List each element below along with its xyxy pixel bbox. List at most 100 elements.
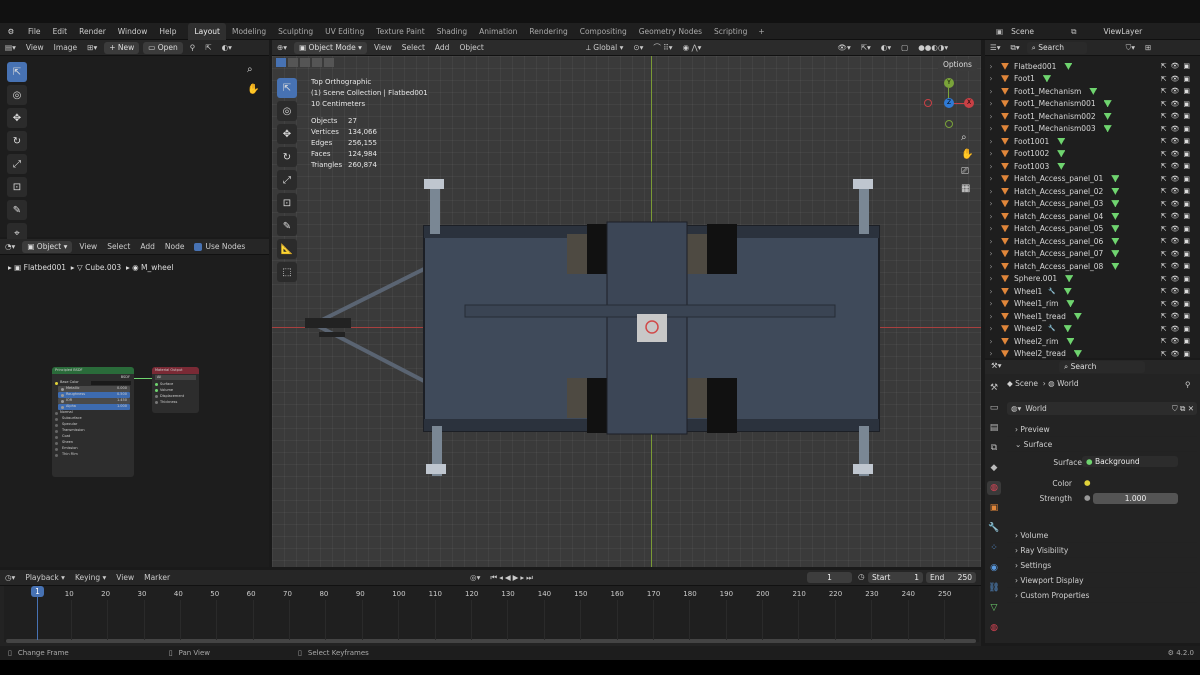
visibility-toggles-icon[interactable]: ⇱👁▣ <box>1161 87 1194 95</box>
menu-image[interactable]: Image <box>49 40 83 56</box>
expand-arrow-icon[interactable]: › <box>985 249 997 258</box>
bsdf-input-value[interactable]: 1.000 <box>117 404 127 410</box>
fake-user-icon[interactable]: ⛉ ⧉ ✕ <box>1169 404 1197 414</box>
outliner-item-label[interactable]: Wheel1_rim <box>1014 299 1058 308</box>
mesh-data-icon[interactable] <box>1089 87 1098 95</box>
outliner-row[interactable]: › Foot1_Mechanism001 ⇱👁▣ <box>985 98 1200 111</box>
add-workspace-button[interactable]: + <box>753 27 769 36</box>
visibility-toggles-icon[interactable]: ⇱👁▣ <box>1161 137 1194 145</box>
bsdf-input-value[interactable]: 1.450 <box>117 398 127 404</box>
bsdf-input-value[interactable]: 0.000 <box>117 386 127 392</box>
outliner-item-label[interactable]: Hatch_Access_panel_03 <box>1014 199 1103 208</box>
menu-select-3d[interactable]: Select <box>397 40 430 56</box>
3d-viewport[interactable]: ⊕▾ ▣ Object Mode ▾ View Select Add Objec… <box>272 40 981 567</box>
viewport-editor-type-icon[interactable]: ⊕▾ <box>272 40 292 56</box>
world-browse-icon[interactable]: ◍▾ <box>1007 404 1025 413</box>
outliner-item-label[interactable]: Wheel1 <box>1014 287 1042 296</box>
outliner-row[interactable]: › Hatch_Access_panel_06 ⇱👁▣ <box>985 235 1200 248</box>
mesh-data-icon[interactable] <box>1103 112 1112 120</box>
expand-arrow-icon[interactable]: › <box>985 212 997 221</box>
outliner-item-label[interactable]: Hatch_Access_panel_07 <box>1014 249 1103 258</box>
tab-uv-editing[interactable]: UV Editing <box>319 23 370 40</box>
socket-icon[interactable] <box>61 399 64 403</box>
bsdf-input-row[interactable]: Thin Film <box>52 452 134 458</box>
socket-icon[interactable] <box>155 400 158 404</box>
expand-arrow-icon[interactable]: › <box>985 262 997 271</box>
mesh-data-icon[interactable] <box>1111 250 1120 258</box>
expand-arrow-icon[interactable]: › <box>985 224 997 233</box>
outliner-row[interactable]: › Sphere.001 ⇱👁▣ <box>985 273 1200 286</box>
trailer-model[interactable] <box>272 56 981 567</box>
bsdf-input-row[interactable]: Sheen <box>52 440 134 446</box>
menu-view-timeline[interactable]: View <box>111 570 139 586</box>
pin-icon[interactable]: ⚲ <box>185 40 201 56</box>
editor-type-icon[interactable]: ▤▾ <box>0 40 21 56</box>
outliner-item-label[interactable]: Foot1003 <box>1014 162 1049 171</box>
mesh-data-icon[interactable] <box>1057 137 1066 145</box>
object-mode-selector[interactable]: ▣ Object Mode ▾ <box>294 41 367 54</box>
tab-shading[interactable]: Shading <box>431 23 473 40</box>
visibility-toggles-icon[interactable]: ⇱👁▣ <box>1161 325 1194 333</box>
expand-arrow-icon[interactable]: › <box>985 299 997 308</box>
tab-layout[interactable]: Layout <box>188 22 226 40</box>
properties-type-icon[interactable]: ⚒▾ <box>991 361 1002 370</box>
bsdf-input-row[interactable]: Subsurface <box>52 416 134 422</box>
start-frame-field[interactable]: Start 1 <box>868 572 923 583</box>
mesh-data-icon[interactable] <box>1066 300 1075 308</box>
expand-arrow-icon[interactable]: › <box>985 312 997 321</box>
cursor-tool-icon[interactable]: ◎ <box>7 85 27 105</box>
outliner-item-label[interactable]: Sphere.001 <box>1014 274 1057 283</box>
mesh-data-icon[interactable] <box>1111 187 1120 195</box>
visibility-toggles-icon[interactable]: ⇱👁▣ <box>1161 287 1194 295</box>
data-tab-icon[interactable]: ▽ <box>987 601 1001 615</box>
scene-tab-icon[interactable]: ◆ <box>987 461 1001 475</box>
expand-arrow-icon[interactable]: › <box>985 349 997 358</box>
mesh-data-icon[interactable] <box>1063 325 1072 333</box>
expand-arrow-icon[interactable]: › <box>985 237 997 246</box>
zoom-icon[interactable]: ⌕ <box>247 64 253 75</box>
playback-controls[interactable]: ⏮◂◀▶▸⏭ <box>485 570 540 586</box>
outliner-search[interactable]: ⌕ Search <box>1026 41 1087 54</box>
menu-window[interactable]: Window <box>112 23 154 40</box>
bsdf-input-row[interactable]: Roughness 0.500 <box>58 392 130 398</box>
mesh-data-icon[interactable] <box>1111 225 1120 233</box>
view-layer-tab-icon[interactable]: ⧉ <box>987 441 1001 455</box>
matout-target[interactable]: All <box>155 375 196 380</box>
timeline-type-icon[interactable]: ◷▾ <box>0 570 20 586</box>
bsdf-input-row[interactable]: Normal <box>52 410 134 416</box>
section-settings[interactable]: › Settings <box>1007 558 1197 573</box>
pivot-icon[interactable]: ⊙▾ <box>628 40 648 56</box>
outliner-item-label[interactable]: Wheel1_tread <box>1014 312 1066 321</box>
bsdf-input-value[interactable]: 0.500 <box>117 392 127 398</box>
expand-arrow-icon[interactable]: › <box>985 274 997 283</box>
mesh-data-icon[interactable] <box>1111 237 1120 245</box>
visibility-toggles-icon[interactable]: ⇱👁▣ <box>1161 237 1194 245</box>
outliner-item-label[interactable]: Foot1_Mechanism003 <box>1014 124 1096 133</box>
tab-modeling[interactable]: Modeling <box>226 23 272 40</box>
outliner-item-label[interactable]: Wheel2_tread <box>1014 349 1066 358</box>
outliner-row[interactable]: › Foot1003 ⇱👁▣ <box>985 160 1200 173</box>
visibility-toggles-icon[interactable]: ⇱👁▣ <box>1161 150 1194 158</box>
tab-animation[interactable]: Animation <box>473 23 523 40</box>
mesh-data-icon[interactable] <box>1103 125 1112 133</box>
visibility-toggles-icon[interactable]: ⇱👁▣ <box>1161 250 1194 258</box>
menu-playback[interactable]: Playback ▾ <box>20 570 70 586</box>
section-custom-properties[interactable]: › Custom Properties <box>1007 588 1197 603</box>
use-nodes-checkbox[interactable]: Use Nodes <box>189 239 250 255</box>
scene-selector[interactable]: Scene <box>1006 27 1066 36</box>
shading-modes-icon[interactable]: ●●◐◑▾ <box>913 40 953 56</box>
visibility-toggles-icon[interactable]: ⇱👁▣ <box>1161 187 1194 195</box>
socket-icon[interactable] <box>55 411 58 415</box>
visibility-toggles-icon[interactable]: ⇱👁▣ <box>1161 350 1194 358</box>
expand-arrow-icon[interactable]: › <box>985 337 997 346</box>
visibility-toggles-icon[interactable]: ⇱👁▣ <box>1161 337 1194 345</box>
select-tool-icon[interactable]: ⇱ <box>7 62 27 82</box>
outliner-row[interactable]: › Foot1001 ⇱👁▣ <box>985 135 1200 148</box>
pan-hand-icon[interactable]: ✋ <box>247 84 259 95</box>
visibility-toggles-icon[interactable]: ⇱👁▣ <box>1161 200 1194 208</box>
outliner-row[interactable]: › Hatch_Access_panel_01 ⇱👁▣ <box>985 173 1200 186</box>
open-image-button[interactable]: ▭ Open <box>143 41 183 54</box>
world-tab-icon[interactable]: ◍ <box>987 481 1001 495</box>
expand-arrow-icon[interactable]: › <box>985 124 997 133</box>
timeline-scrollbar[interactable] <box>6 639 976 643</box>
